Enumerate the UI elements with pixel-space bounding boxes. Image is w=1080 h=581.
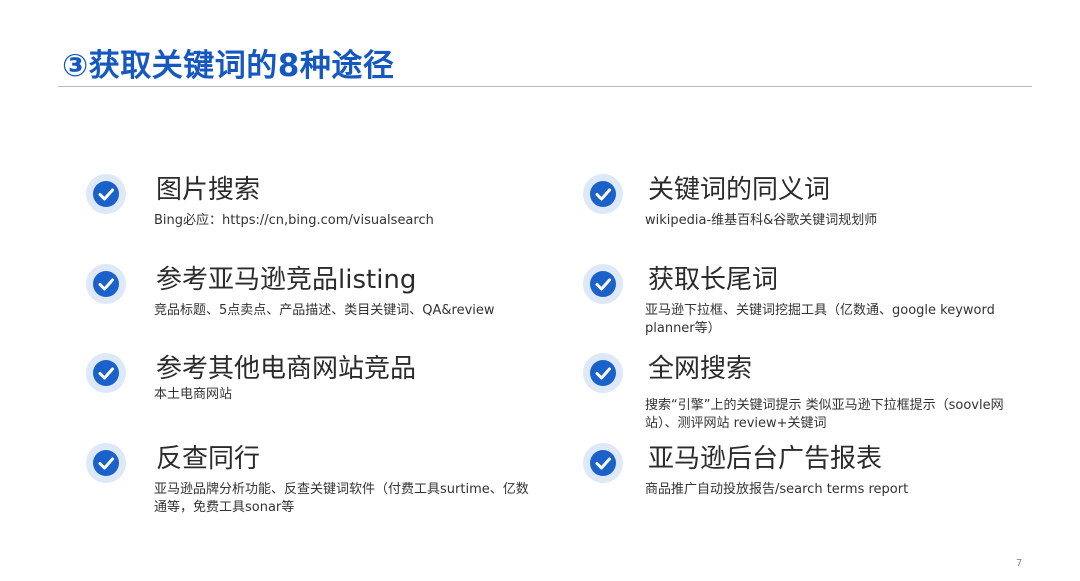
item-description: 竞品标题、5点卖点、产品描述、类目关键词、QA&review <box>154 303 495 318</box>
item-heading: 参考其他电商网站竞品 <box>156 354 417 384</box>
item-description: 商品推广自动投放报告/search terms report <box>645 482 909 497</box>
item-heading: 反查同行 <box>156 444 261 474</box>
item-heading: 亚马逊后台广告报表 <box>648 444 883 474</box>
item-heading: 图片搜索 <box>156 175 261 205</box>
check-circle-icon <box>583 174 623 214</box>
item-description: 搜索“引擎”上的关键词提示 类似亚马逊下拉框提示（soovle网站）、测评网站 … <box>645 398 1004 431</box>
item-heading: 获取长尾词 <box>648 265 779 295</box>
item-description: wikipedia-维基百科&谷歌关键词规划师 <box>645 213 878 228</box>
check-circle-icon <box>86 443 126 483</box>
item-description: 亚马逊下拉框、关键词挖掘工具（亿数通、google keyword planne… <box>645 303 995 336</box>
item-description: 本土电商网站 <box>154 387 233 402</box>
check-circle-icon <box>583 264 623 304</box>
item-heading: 全网搜索 <box>648 354 753 384</box>
title-divider <box>58 86 1032 87</box>
page-number: 7 <box>1016 558 1023 569</box>
check-circle-icon <box>86 174 126 214</box>
check-circle-icon <box>86 264 126 304</box>
check-circle-icon <box>86 353 126 393</box>
item-description: 亚马逊品牌分析功能、反查关键词软件（付费工具surtime、亿数通等，免费工具s… <box>154 482 529 515</box>
item-heading: 关键词的同义词 <box>648 175 831 205</box>
item-description: Bing必应：https://cn,bing.com/visualsearch <box>154 213 434 228</box>
slide: ③获取关键词的8种途径 图片搜索 Bing必应：https://cn,bing.… <box>0 0 1080 581</box>
item-heading: 参考亚马逊竞品listing <box>156 265 417 295</box>
check-circle-icon <box>583 443 623 483</box>
slide-title: ③获取关键词的8种途径 <box>62 48 395 84</box>
check-circle-icon <box>583 353 623 393</box>
